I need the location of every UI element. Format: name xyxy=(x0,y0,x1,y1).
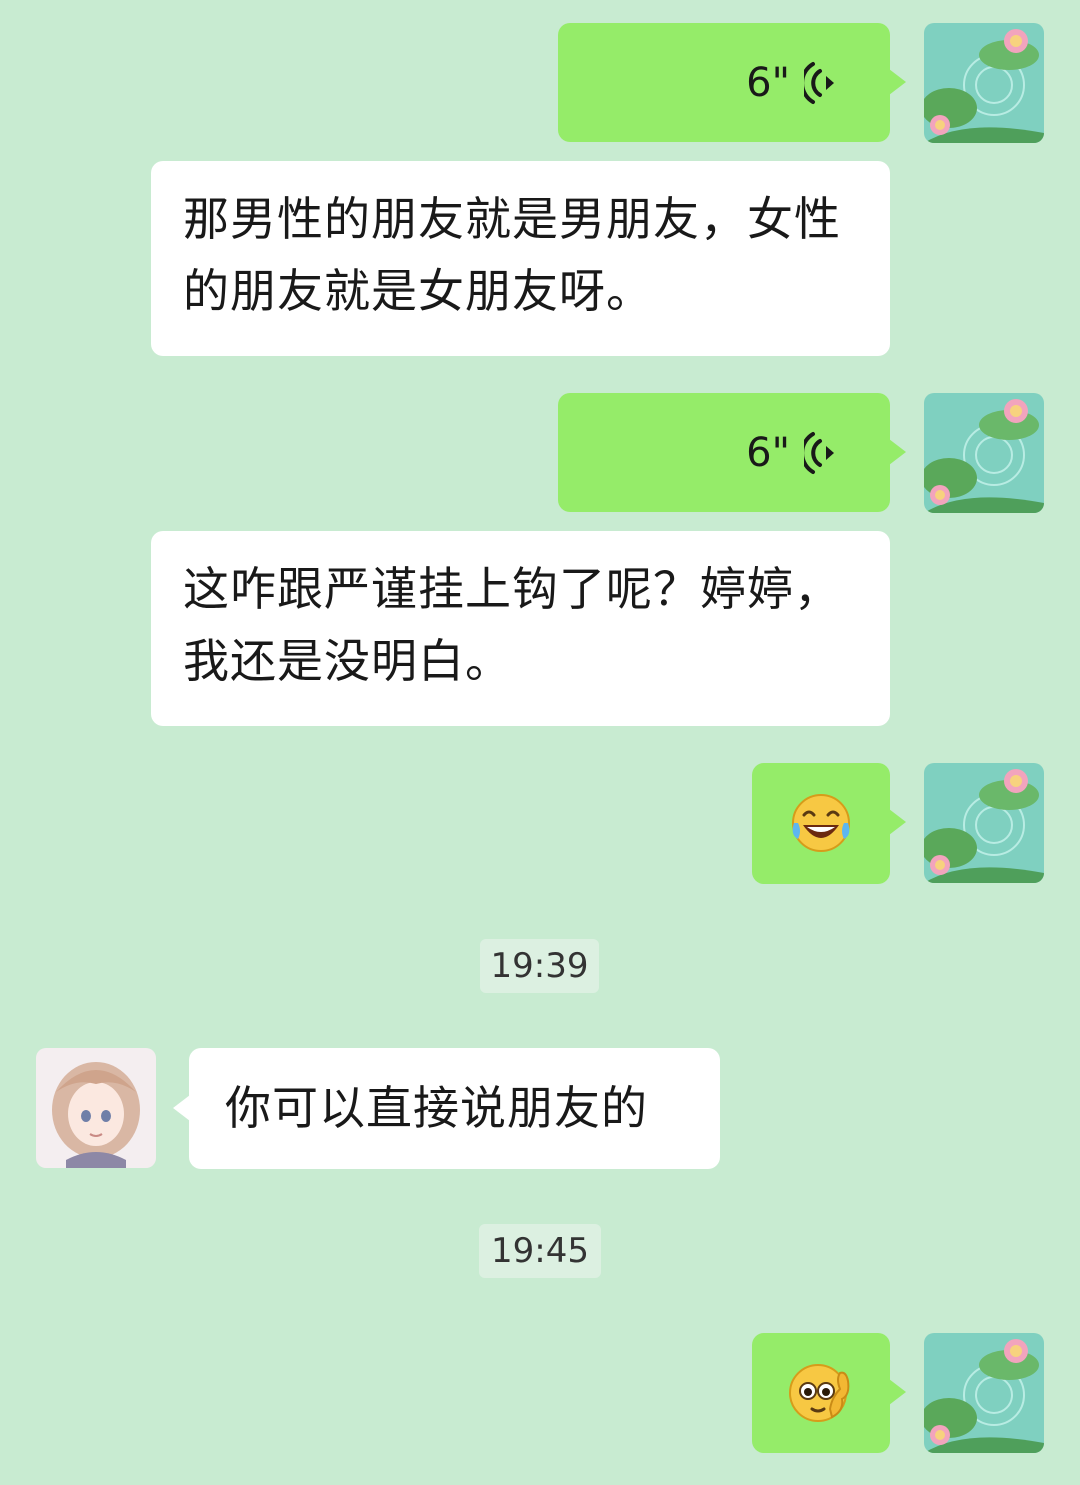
anime-girl-avatar-icon xyxy=(36,1048,156,1168)
timestamp: 19:39 xyxy=(480,939,599,993)
emoji-container xyxy=(786,1359,856,1431)
my-avatar[interactable] xyxy=(924,1333,1044,1453)
voice-message[interactable]: 6" xyxy=(558,393,906,512)
lotus-pond-avatar-icon xyxy=(924,1333,1044,1453)
timestamp: 19:45 xyxy=(479,1224,601,1278)
voice-duration: 6" xyxy=(746,430,790,476)
text-message-bubble[interactable]: 你可以直接说朋友的 xyxy=(173,1048,720,1169)
chat-area: 6" 那男性的朋友就是男朋友，女性的朋友就是女朋友呀。 6" 这咋跟严谨挂上钩了… xyxy=(0,0,1080,1485)
voice-content: 6" xyxy=(746,429,840,477)
my-avatar[interactable] xyxy=(924,763,1044,883)
sticker-message[interactable] xyxy=(752,763,906,884)
laughing-with-tears-icon xyxy=(792,794,850,852)
text-message-bubble[interactable]: 这咋跟严谨挂上钩了呢？婷婷，我还是没明白。 xyxy=(151,531,890,726)
my-avatar[interactable] xyxy=(924,23,1044,143)
lotus-pond-avatar-icon xyxy=(924,23,1044,143)
sticker-message[interactable] xyxy=(752,1333,906,1453)
voice-message[interactable]: 6" xyxy=(558,23,906,142)
message-text: 你可以直接说朋友的 xyxy=(225,1081,648,1135)
voice-duration: 6" xyxy=(746,60,790,106)
voice-content: 6" xyxy=(746,59,840,107)
lotus-pond-avatar-icon xyxy=(924,763,1044,883)
lotus-pond-avatar-icon xyxy=(924,393,1044,513)
text-message-bubble[interactable]: 那男性的朋友就是男朋友，女性的朋友就是女朋友呀。 xyxy=(151,161,890,356)
thinking-face-icon xyxy=(789,1364,850,1422)
emoji-container xyxy=(788,793,854,859)
message-text: 这咋跟严谨挂上钩了呢？婷婷，我还是没明白。 xyxy=(183,562,841,688)
voice-wave-icon xyxy=(804,432,834,474)
contact-avatar[interactable] xyxy=(36,1048,156,1168)
voice-wave-icon xyxy=(804,62,834,104)
message-text: 那男性的朋友就是男朋友，女性的朋友就是女朋友呀。 xyxy=(183,192,841,318)
my-avatar[interactable] xyxy=(924,393,1044,513)
